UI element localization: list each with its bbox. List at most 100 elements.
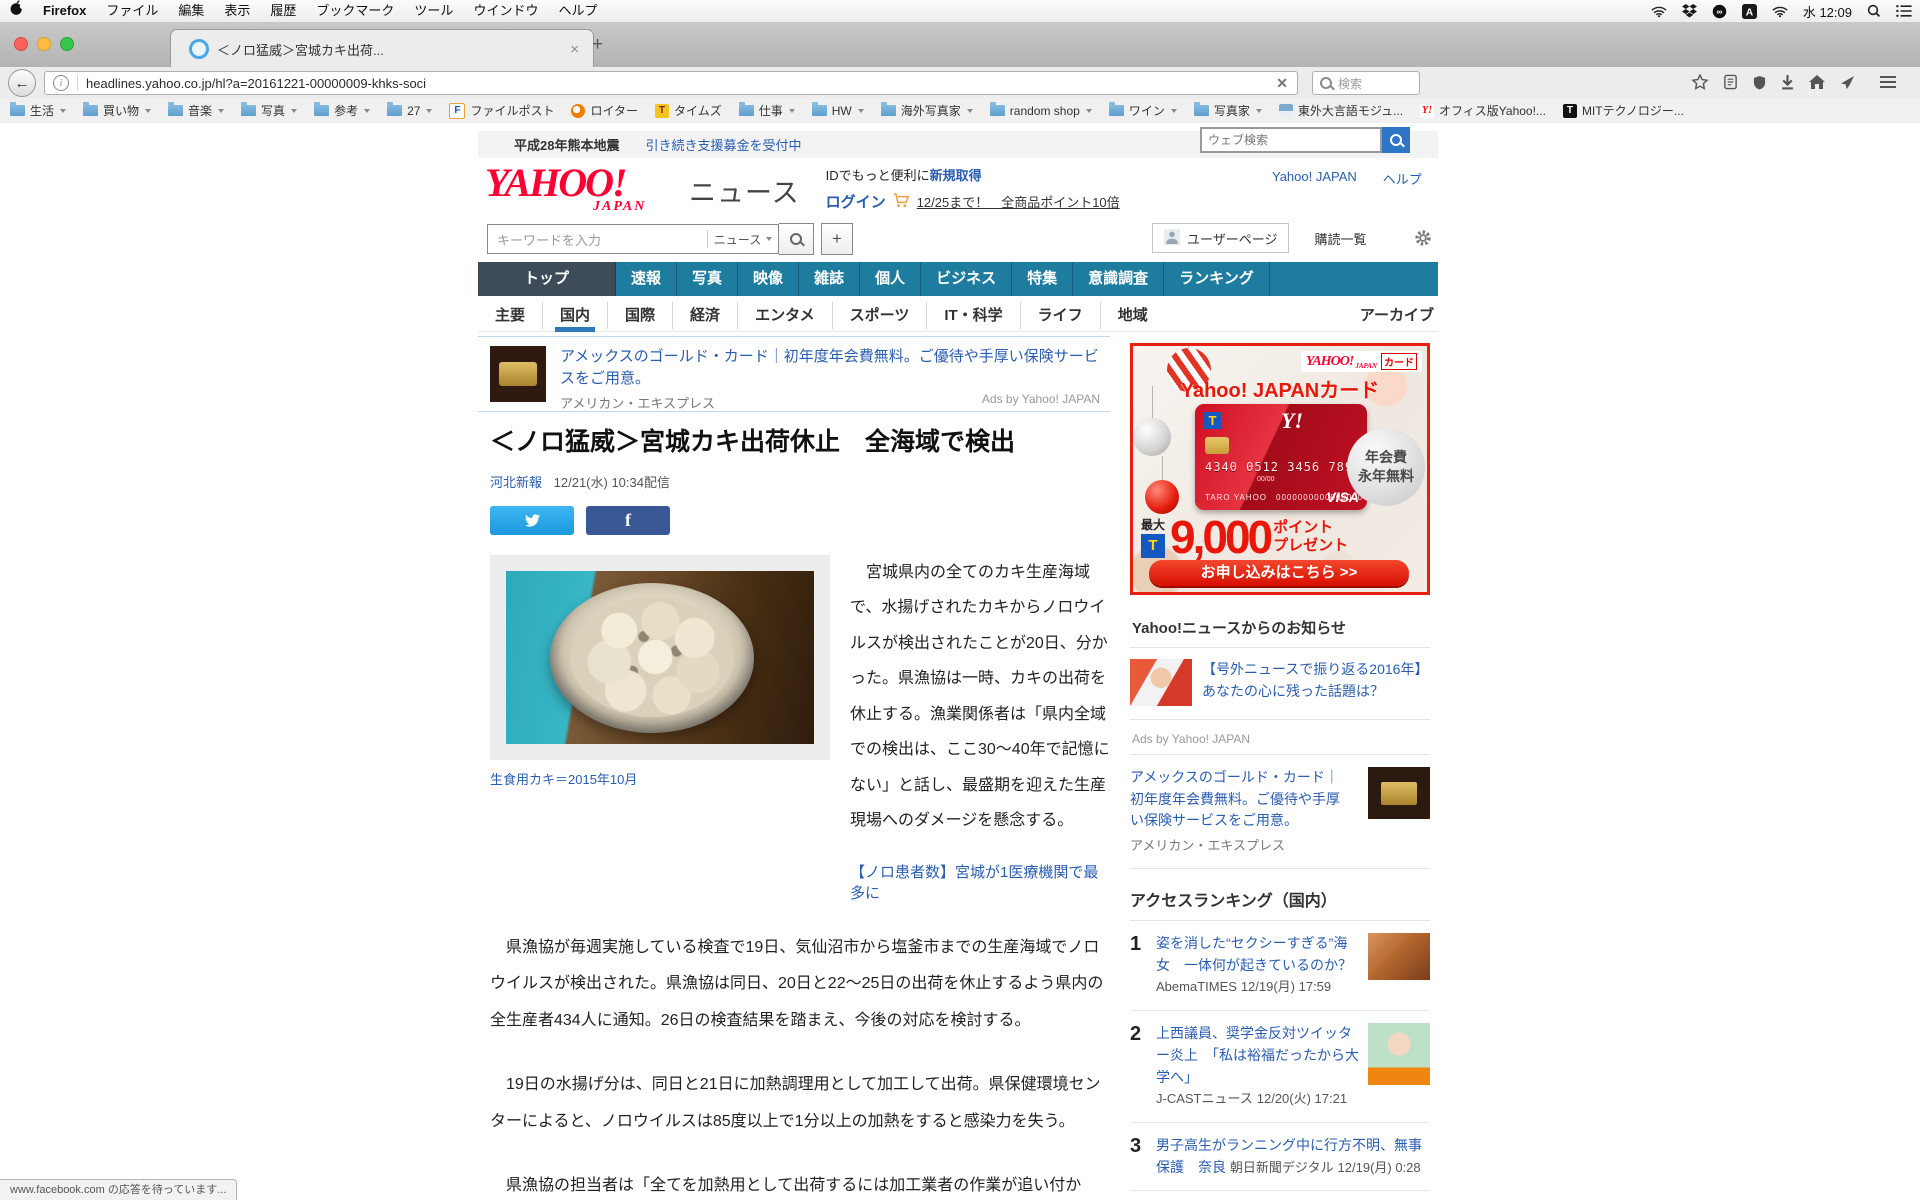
bookmark-folder-12[interactable]: random shop	[990, 104, 1092, 118]
home-icon[interactable]	[1809, 75, 1825, 89]
login-link[interactable]: ログイン	[826, 191, 886, 212]
new-tab-button[interactable]: +	[592, 34, 603, 56]
menu-icon[interactable]	[1880, 76, 1896, 91]
help-link[interactable]: ヘルプ	[1383, 169, 1422, 188]
window-close-button[interactable]	[14, 37, 28, 51]
nav-tab-survey[interactable]: 意識調査	[1073, 262, 1164, 296]
browser-tab[interactable]: ＜ノロ猛威＞宮城カキ出荷... ×	[170, 29, 594, 68]
bookmark-folder-13[interactable]: ワイン	[1109, 102, 1177, 119]
menu-window[interactable]: ウインドウ	[463, 0, 548, 22]
notice-item-link[interactable]: 【号外ニュースで振り返る2016年】あなたの心に残った話題は？	[1202, 659, 1430, 706]
bookmark-folder-11[interactable]: 海外写真家	[881, 102, 973, 119]
nav-tab-top[interactable]: トップ	[478, 262, 616, 296]
wifi-icon[interactable]	[1772, 5, 1788, 18]
add-keyword-button[interactable]: +	[821, 223, 853, 255]
keyword-search-field[interactable]: キーワードを入力 ニュース	[487, 224, 779, 254]
twitter-share-button[interactable]	[490, 506, 574, 535]
article-source-link[interactable]: 河北新報	[490, 475, 542, 490]
menubar-clock[interactable]: 水 12:09	[1803, 2, 1852, 21]
yahoo-news-logo[interactable]: YAHOO! JAPAN	[485, 163, 685, 213]
oyster-photo[interactable]	[506, 571, 814, 744]
menu-help[interactable]: ヘルプ	[548, 0, 607, 22]
notice-link[interactable]: 引き続き支援募金を受付中	[645, 135, 801, 154]
subnav-domestic[interactable]: 国内	[542, 302, 607, 329]
facebook-share-button[interactable]: f	[586, 506, 670, 535]
creative-cloud-icon[interactable]: ∞	[1712, 4, 1727, 19]
yahoo-card-ad[interactable]: YAHOO! JAPAN カード Yahoo! JAPANカード T Y! 43…	[1130, 343, 1430, 595]
bookmark-item-reuters[interactable]: ロイター	[571, 102, 638, 119]
nav-tab-photo[interactable]: 写真	[677, 262, 738, 296]
menu-edit[interactable]: 編集	[168, 0, 214, 22]
downloads-icon[interactable]	[1781, 75, 1794, 90]
subnav-region[interactable]: 地域	[1100, 302, 1165, 329]
bookmark-folder-14[interactable]: 写真家	[1194, 102, 1262, 119]
bookmark-folder-1[interactable]: 買い物	[83, 102, 151, 119]
window-zoom-button[interactable]	[60, 37, 74, 51]
figure-caption[interactable]: 生食用カキ＝2015年10月	[490, 769, 830, 788]
subnav-archive[interactable]: アーカイブ	[1343, 302, 1438, 329]
subscription-link[interactable]: 購読一覧	[1314, 229, 1366, 248]
airport-icon[interactable]	[1651, 5, 1667, 18]
menu-file[interactable]: ファイル	[96, 0, 168, 22]
bookmark-folder-3[interactable]: 写真	[241, 102, 297, 119]
subnav-sports[interactable]: スポーツ	[832, 302, 927, 329]
menu-history[interactable]: 履歴	[260, 0, 306, 22]
site-info-icon[interactable]: i	[53, 75, 69, 91]
subnav-major[interactable]: 主要	[478, 302, 542, 329]
menu-tools[interactable]: ツール	[404, 0, 463, 22]
shield-icon[interactable]	[1753, 75, 1766, 90]
ads-by-label[interactable]: Ads by Yahoo! JAPAN	[1130, 720, 1430, 755]
ad-thumbnail[interactable]	[490, 346, 546, 402]
menu-firefox[interactable]: Firefox	[33, 0, 96, 22]
dropbox-icon[interactable]	[1682, 4, 1697, 18]
subnav-life[interactable]: ライフ	[1020, 302, 1100, 329]
ad-title-link[interactable]: アメックスのゴールド・カード｜初年度年会費無料。ご優待や手厚い保険サービスをご用…	[560, 346, 1100, 390]
send-tab-icon[interactable]	[1840, 75, 1855, 90]
notice-thumbnail[interactable]	[1130, 659, 1192, 706]
menu-view[interactable]: 表示	[214, 0, 260, 22]
bookmark-folder-4[interactable]: 参考	[314, 102, 370, 119]
bookmark-star-icon[interactable]	[1692, 74, 1708, 90]
web-search-input[interactable]	[1200, 127, 1382, 153]
bookmark-item-mit[interactable]: TMITテクノロジー...	[1563, 102, 1684, 119]
nav-tab-ranking[interactable]: ランキング	[1164, 262, 1270, 296]
back-button[interactable]: ←	[8, 69, 36, 97]
bookmark-item-tufs[interactable]: 東外大言語モジュ...	[1279, 102, 1403, 119]
subnav-world[interactable]: 国際	[607, 302, 672, 329]
ranking-link[interactable]: 上西議員、奨学金反対ツイッター炎上 「私は裕福だったから大学へ」	[1156, 1025, 1359, 1084]
input-method-icon[interactable]: A	[1742, 4, 1757, 19]
tab-close-icon[interactable]: ×	[566, 41, 583, 58]
bookmark-item-times[interactable]: Tタイムズ	[655, 102, 722, 119]
apple-menu[interactable]	[0, 0, 33, 22]
amex-ad-link[interactable]: アメックスのゴールド・カード｜初年度年会費無料。ご優待や手厚い保険サービスをご用…	[1130, 767, 1348, 832]
bookmark-folder-10[interactable]: HW	[812, 104, 864, 118]
search-category-dropdown[interactable]: ニュース	[707, 230, 778, 248]
ads-by-label[interactable]: Ads by Yahoo! JAPAN	[982, 392, 1100, 406]
keyword-search-button[interactable]	[779, 223, 814, 255]
related-inline-link[interactable]: 【ノロ患者数】宮城が1医療機関で最多に	[850, 861, 1110, 903]
subnav-economy[interactable]: 経済	[672, 302, 737, 329]
yahoo-japan-link[interactable]: Yahoo! JAPAN	[1272, 169, 1357, 188]
signup-link[interactable]: 新規取得	[930, 168, 982, 183]
promo-link[interactable]: 12/25まで！ 全商品ポイント10倍	[917, 192, 1120, 211]
browser-search-bar[interactable]: 検索	[1312, 71, 1420, 95]
bookmark-folder-2[interactable]: 音楽	[168, 102, 224, 119]
nav-tab-business[interactable]: ビジネス	[921, 262, 1012, 296]
url-text[interactable]: headlines.yahoo.co.jp/hl?a=20161221-0000…	[86, 76, 1267, 91]
nav-tab-video[interactable]: 映像	[738, 262, 799, 296]
ranking-thumbnail[interactable]	[1368, 933, 1430, 980]
amex-thumbnail[interactable]	[1368, 767, 1430, 819]
bookmark-folder-9[interactable]: 仕事	[739, 102, 795, 119]
nav-tab-feature[interactable]: 特集	[1012, 262, 1073, 296]
subnav-it-science[interactable]: IT・科学	[926, 302, 1019, 329]
nav-tab-personal[interactable]: 個人	[860, 262, 921, 296]
card-apply-button[interactable]: お申し込みはこちら >>	[1149, 560, 1409, 586]
web-search-button[interactable]	[1382, 127, 1410, 153]
url-bar[interactable]: i headlines.yahoo.co.jp/hl?a=20161221-00…	[44, 71, 1298, 95]
settings-gear-icon[interactable]	[1414, 229, 1432, 247]
ranking-link[interactable]: 姿を消した“セクシーすぎる”海女 一体何が起きているのか？	[1156, 935, 1352, 973]
bookmark-item-yahoo-office[interactable]: Y!オフィス版Yahoo!...	[1420, 102, 1546, 119]
nav-tab-sokuho[interactable]: 速報	[616, 262, 677, 296]
notice-title[interactable]: 平成28年熊本地震	[514, 135, 619, 154]
spotlight-icon[interactable]	[1867, 4, 1881, 18]
